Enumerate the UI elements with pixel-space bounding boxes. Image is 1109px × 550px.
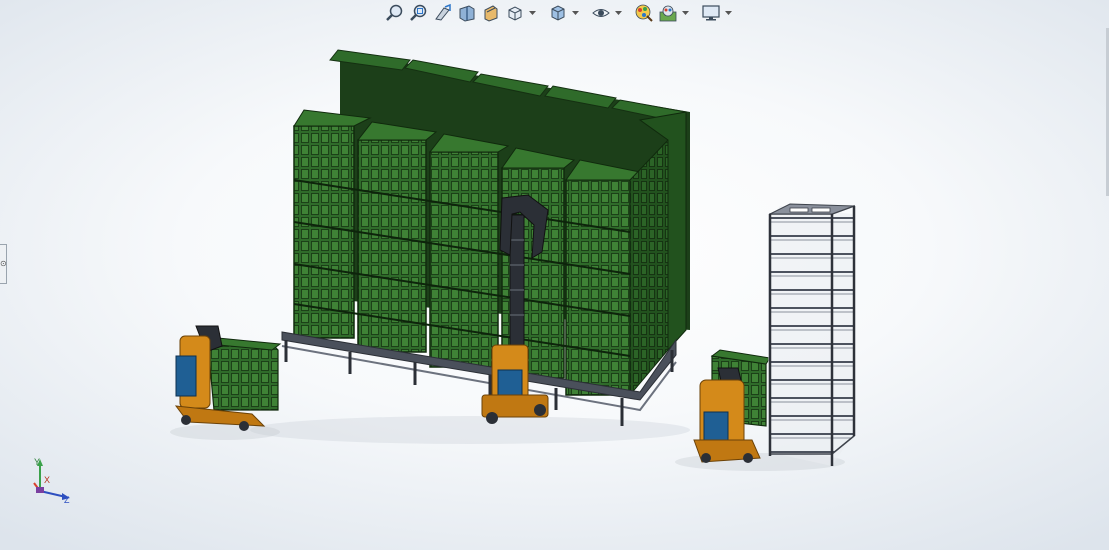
collapse-tab-label: ⊙ — [0, 259, 7, 268]
triad-x-label: X — [44, 475, 50, 485]
reference-triad: Y X Z — [33, 457, 70, 505]
triad-z-label: Z — [64, 495, 70, 505]
crate-stack-block[interactable] — [281, 49, 690, 426]
graphics-viewport[interactable]: ⊙ Y X Z — [0, 0, 1109, 550]
robot-right[interactable] — [693, 349, 771, 463]
triad-y-label: Y — [34, 457, 40, 467]
feature-manager-collapse-tab[interactable]: ⊙ — [0, 244, 7, 284]
empty-rack-tower[interactable] — [768, 203, 856, 466]
robot-left[interactable] — [174, 325, 282, 431]
model-scene[interactable] — [0, 0, 1109, 550]
